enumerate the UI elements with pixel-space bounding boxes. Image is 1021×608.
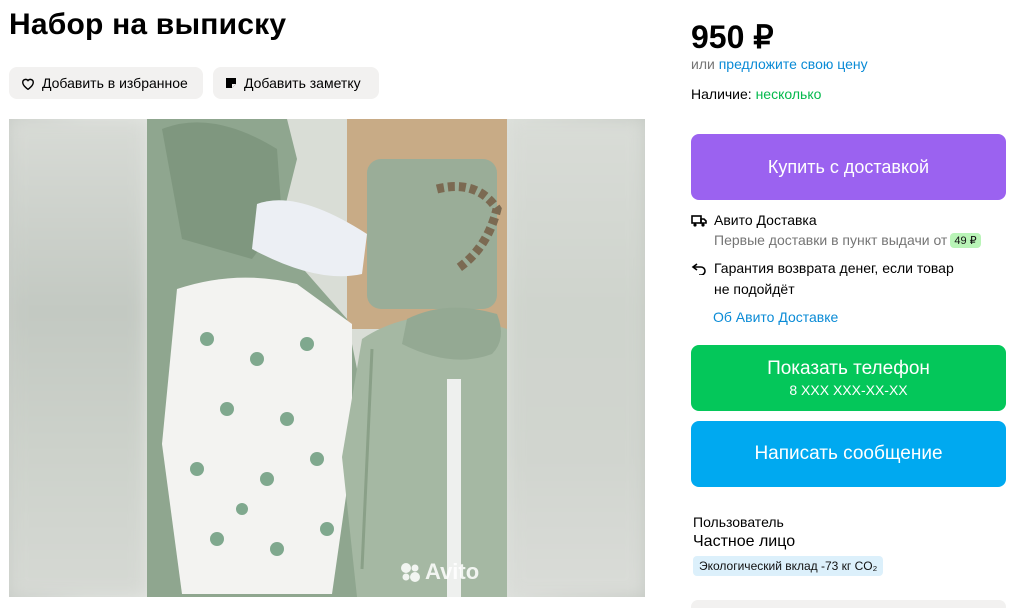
buy-with-delivery-button[interactable]: Купить с доставкой [691, 134, 1006, 200]
heart-icon [21, 77, 35, 90]
about-delivery-link[interactable]: Об Авито Доставке [713, 309, 1011, 325]
price: 950 ₽ [691, 19, 774, 55]
write-message-button[interactable]: Написать сообщение [691, 421, 1006, 487]
guarantee-line-1: Гарантия возврата денег, если товар [714, 260, 954, 276]
masked-phone-number: 8 XXX XXX-XX-XX [789, 382, 908, 398]
delivery-price-badge: 49 ₽ [950, 233, 981, 248]
offer-prefix: или [691, 56, 715, 72]
add-to-favorites-label: Добавить в избранное [42, 75, 188, 91]
add-note-label: Добавить заметку [244, 75, 361, 91]
watermark-text: Avito [425, 559, 480, 584]
delivery-title: Авито Доставка [714, 212, 817, 228]
delivery-subtitle-line: Первые доставки в пункт выдачи от 49 ₽ [714, 232, 981, 248]
show-phone-button[interactable]: Показать телефон 8 XXX XXX-XX-XX [691, 345, 1006, 411]
availability-label: Наличие: [691, 86, 752, 102]
next-card-edge [691, 600, 1006, 608]
seller-name[interactable]: Пользователь [693, 514, 883, 530]
offer-price-link[interactable]: предложите свою цену [719, 56, 868, 72]
add-to-favorites-button[interactable]: Добавить в избранное [9, 67, 203, 99]
delivery-row: Авито Доставка Первые доставки в пункт в… [691, 212, 1011, 248]
watermark-dots-icon [401, 563, 420, 582]
add-note-button[interactable]: Добавить заметку [213, 67, 379, 99]
availability: Наличие: несколько [691, 86, 821, 102]
write-message-label: Написать сообщение [754, 443, 943, 464]
buy-with-delivery-label: Купить с доставкой [767, 156, 930, 177]
guarantee-row: Гарантия возврата денег, если товар не п… [691, 260, 1011, 300]
gallery-blur-right [507, 119, 645, 597]
photo-gallery[interactable]: Avito [9, 119, 645, 597]
availability-value: несколько [755, 86, 822, 102]
seller-type: Частное лицо [693, 533, 796, 550]
price-offer-line: или предложите свою цену [691, 56, 868, 72]
eco-contribution-badge[interactable]: Экологический вклад -73 кг CO₂ [693, 556, 884, 576]
guarantee-line-2: не подойдёт [714, 281, 795, 297]
truck-icon [691, 212, 707, 248]
delivery-info: Авито Доставка Первые доставки в пункт в… [691, 212, 1011, 325]
delivery-subtitle: Первые доставки в пункт выдачи от [714, 232, 948, 248]
return-arrow-icon [691, 261, 707, 300]
avito-watermark: Avito [399, 559, 479, 585]
listing-photo[interactable] [147, 119, 507, 597]
show-phone-label: Показать телефон [767, 358, 930, 379]
gallery-blur-left [9, 119, 147, 597]
page-title: Набор на выписку [9, 8, 287, 41]
seller-info: Пользователь Частное лицо Экологический … [693, 514, 884, 576]
note-icon [225, 77, 237, 89]
